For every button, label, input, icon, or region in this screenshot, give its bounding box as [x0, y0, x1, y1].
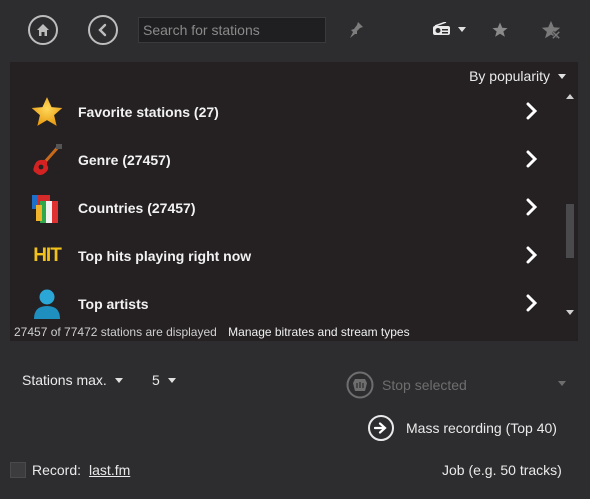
- radio-filter-dropdown[interactable]: [432, 22, 466, 36]
- chevron-right-icon: [526, 150, 538, 168]
- lastfm-link[interactable]: last.fm: [89, 462, 130, 478]
- list-item-label: Top artists: [78, 296, 149, 312]
- chevron-down-icon[interactable]: [558, 381, 566, 386]
- record-checkbox[interactable]: [10, 462, 26, 478]
- stations-max-label: Stations max.: [22, 372, 107, 388]
- sort-label: By popularity: [469, 68, 550, 84]
- chevron-right-icon: [526, 198, 538, 216]
- manage-bitrates-link[interactable]: Manage bitrates and stream types: [228, 325, 409, 339]
- list-item-top-hits[interactable]: HIT Top hits playing right now: [10, 232, 558, 280]
- scroll-up-icon[interactable]: [566, 94, 574, 99]
- list-item-label: Countries (27457): [78, 200, 196, 216]
- chevron-down-icon: [458, 26, 466, 32]
- chevron-right-icon: [526, 294, 538, 312]
- star-icon: [24, 92, 70, 132]
- home-icon: [37, 24, 49, 36]
- chevron-right-icon: [526, 102, 538, 120]
- stop-selected-button[interactable]: Stop selected: [346, 371, 467, 399]
- stations-max-value-dropdown[interactable]: 5: [152, 372, 176, 388]
- star-remove-icon[interactable]: [540, 19, 562, 41]
- pin-icon[interactable]: [348, 21, 364, 39]
- radio-icon: [433, 22, 450, 35]
- stop-hand-icon: [346, 371, 374, 399]
- flags-icon: [24, 188, 70, 228]
- list-item-label: Top hits playing right now: [78, 248, 252, 264]
- list-item-label: Genre (27457): [78, 152, 171, 168]
- record-option: Record: last.fm: [10, 462, 130, 478]
- home-button[interactable]: [28, 15, 58, 45]
- vertical-scrollbar[interactable]: [564, 90, 574, 322]
- back-icon: [98, 23, 107, 37]
- chevron-right-icon: [526, 246, 538, 264]
- back-button[interactable]: [88, 15, 118, 45]
- arrow-right-icon: [368, 415, 394, 441]
- chevron-down-icon: [167, 377, 176, 383]
- chevron-down-icon: [114, 377, 123, 383]
- list-item-favorites[interactable]: Favorite stations (27): [10, 88, 558, 136]
- scroll-down-icon[interactable]: [566, 310, 574, 315]
- list-item-label: Favorite stations (27): [78, 104, 219, 120]
- station-list-panel: By popularity Favorite stations (27) Gen…: [10, 62, 578, 341]
- toolbar: [0, 0, 590, 62]
- user-icon: [24, 284, 70, 324]
- status-bar: 27457 of 77472 stations are displayed Ma…: [14, 325, 410, 339]
- stop-selected-label: Stop selected: [382, 377, 467, 393]
- record-label: Record:: [32, 462, 82, 478]
- sort-dropdown[interactable]: By popularity: [469, 68, 566, 84]
- list-item-countries[interactable]: Countries (27457): [10, 184, 558, 232]
- stations-max-value: 5: [152, 372, 160, 388]
- mass-recording-label: Mass recording (Top 40): [406, 420, 557, 436]
- list-item-genre[interactable]: Genre (27457): [10, 136, 558, 184]
- stations-max-dropdown[interactable]: Stations max.: [22, 372, 123, 388]
- search-input[interactable]: [138, 17, 326, 43]
- chevron-down-icon: [558, 73, 566, 79]
- status-text: 27457 of 77472 stations are displayed: [14, 325, 217, 339]
- list-item-top-artists[interactable]: Top artists: [10, 280, 558, 328]
- hit-icon: HIT: [33, 245, 62, 266]
- scrollbar-thumb[interactable]: [566, 204, 574, 258]
- recording-controls: Stations max. 5 Stop selected Mass recor…: [0, 342, 590, 499]
- guitar-icon: [24, 140, 70, 180]
- job-label: Job (e.g. 50 tracks): [442, 462, 562, 478]
- job-button[interactable]: Job (e.g. 50 tracks): [442, 462, 562, 478]
- star-icon[interactable]: [491, 21, 509, 39]
- mass-recording-button[interactable]: Mass recording (Top 40): [368, 415, 557, 441]
